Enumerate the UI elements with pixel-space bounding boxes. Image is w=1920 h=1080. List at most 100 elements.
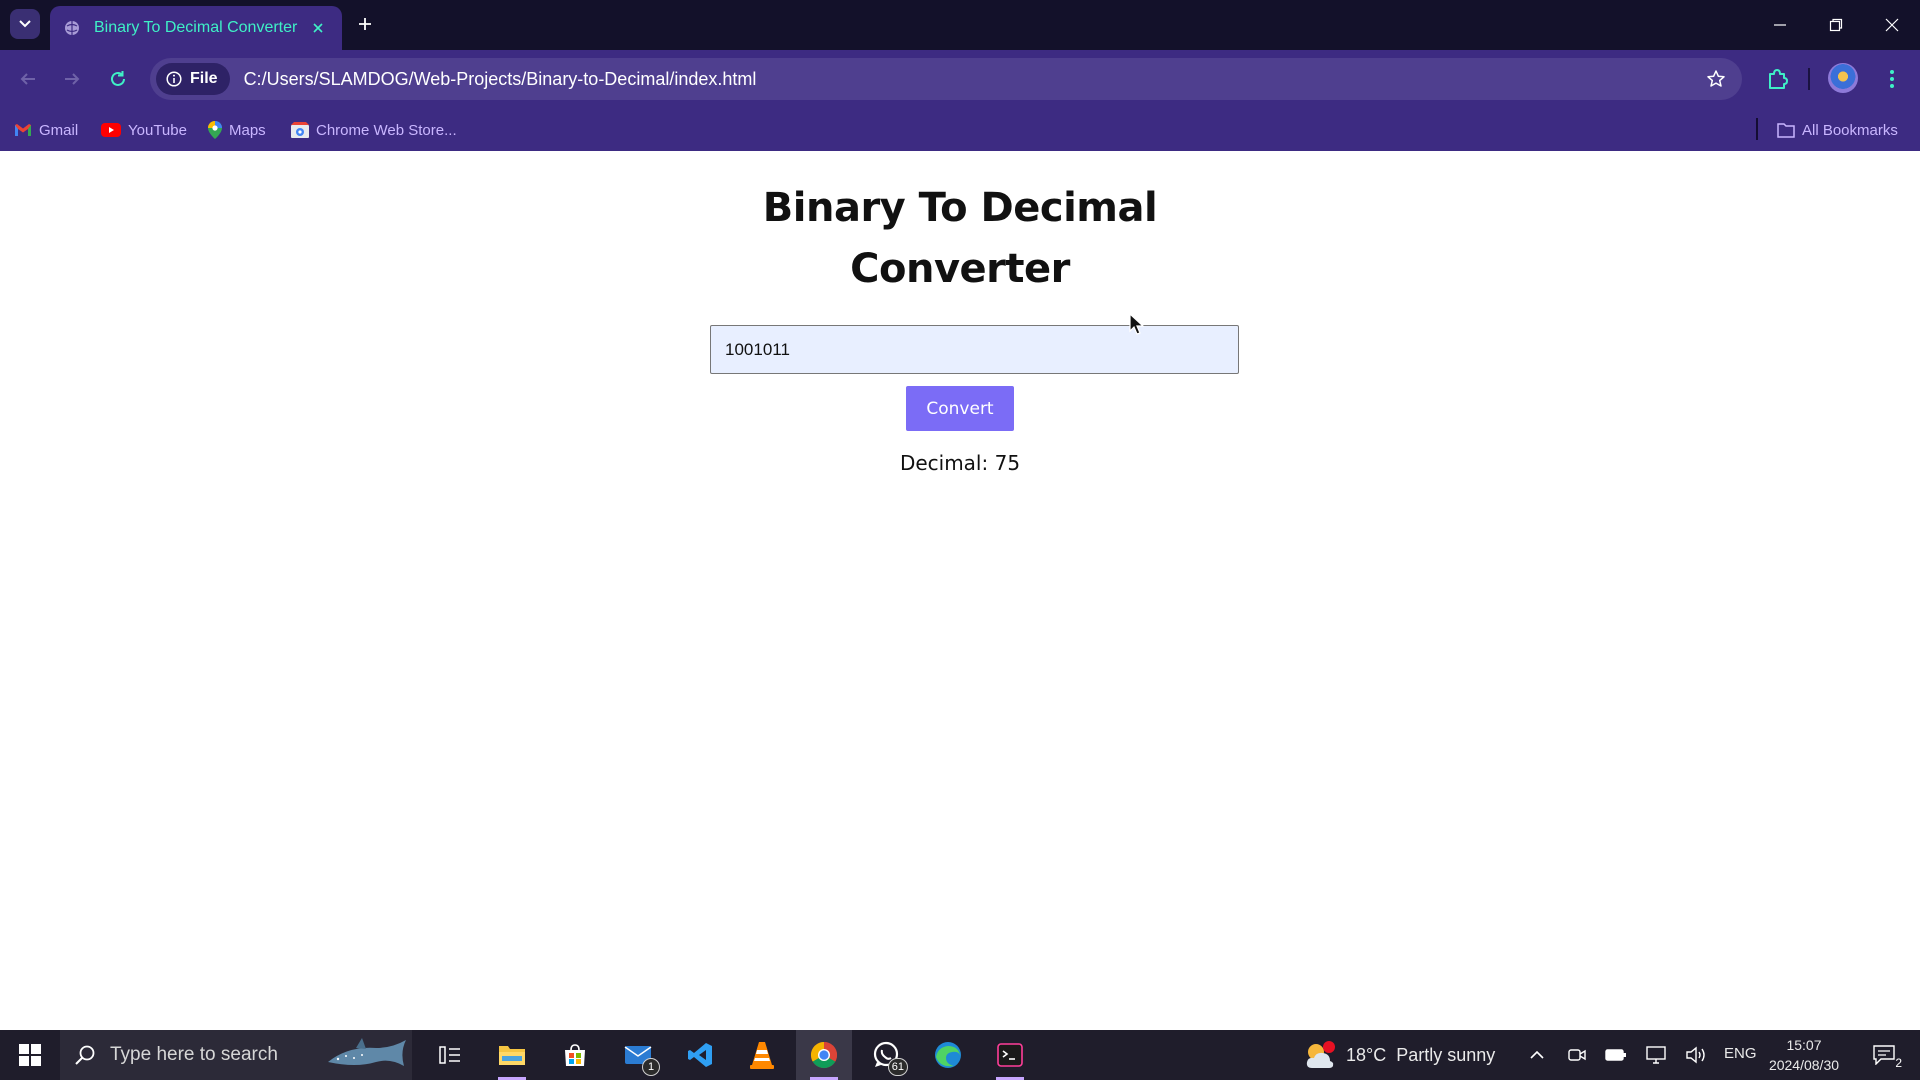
weather-condition: Partly sunny xyxy=(1396,1044,1496,1065)
battery-button[interactable] xyxy=(1605,1044,1627,1066)
bookmark-label: Maps xyxy=(229,121,266,139)
info-icon xyxy=(166,71,182,87)
result-value: 75 xyxy=(994,451,1021,475)
search-icon xyxy=(75,1045,95,1065)
window-controls xyxy=(1752,0,1920,50)
bookmark-chrome-web-store[interactable]: Chrome Web Store... xyxy=(291,117,457,143)
binary-input[interactable] xyxy=(710,325,1239,374)
vscode-icon xyxy=(688,1043,712,1067)
minimize-button[interactable] xyxy=(1752,0,1808,50)
result-text: Decimal75 xyxy=(760,451,1160,475)
new-tab-button[interactable] xyxy=(352,11,378,37)
whatsapp-app[interactable]: 61 xyxy=(858,1030,914,1080)
notification-center-button[interactable]: 2 xyxy=(1864,1040,1904,1070)
address-bar[interactable]: File C:/Users/SLAMDOG/Web-Projects/Binar… xyxy=(150,58,1742,100)
page-content: Binary To Decimal Converter Convert Deci… xyxy=(0,151,1920,1030)
toolbar-divider xyxy=(1808,68,1810,90)
extensions-button[interactable] xyxy=(1762,64,1792,94)
site-info-chip[interactable]: File xyxy=(156,63,230,95)
clock-time: 15:07 xyxy=(1786,1037,1822,1053)
bookmark-youtube[interactable]: YouTube xyxy=(101,117,187,143)
meet-now-button[interactable] xyxy=(1566,1044,1588,1066)
whale-shark-illustration xyxy=(328,1038,406,1066)
partly-sunny-icon xyxy=(1306,1041,1335,1068)
tab-title: Binary To Decimal Converter xyxy=(94,19,298,36)
site-chip-label: File xyxy=(190,70,218,87)
tab-close-button[interactable] xyxy=(308,18,328,38)
all-bookmarks-button[interactable]: All Bookmarks xyxy=(1777,117,1898,143)
volume-button[interactable] xyxy=(1685,1044,1707,1066)
more-vertical-icon xyxy=(1890,70,1894,88)
taskbar: Type here to search 1 61 18°C Partly sun… xyxy=(0,1030,1920,1080)
terminal-icon xyxy=(997,1043,1023,1067)
show-hidden-icons-button[interactable] xyxy=(1526,1044,1548,1066)
minimize-icon xyxy=(1774,24,1786,26)
all-bookmarks-label: All Bookmarks xyxy=(1802,121,1898,139)
bookmark-label: Gmail xyxy=(39,121,79,139)
clock[interactable]: 15:07 2024/08/30 xyxy=(1766,1035,1842,1075)
restore-icon xyxy=(1829,18,1843,32)
network-button[interactable] xyxy=(1645,1044,1667,1066)
bookmark-label: YouTube xyxy=(128,121,187,139)
microsoft-store-app[interactable] xyxy=(547,1030,603,1080)
tab-search-button[interactable] xyxy=(10,9,40,39)
vlc-app[interactable] xyxy=(734,1030,790,1080)
vscode-app[interactable] xyxy=(672,1030,728,1080)
star-icon xyxy=(1707,70,1725,87)
terminal-app[interactable] xyxy=(982,1030,1038,1080)
mouse-cursor-icon xyxy=(1129,313,1145,335)
edge-icon xyxy=(935,1042,961,1068)
close-window-button[interactable] xyxy=(1864,0,1920,50)
plus-icon xyxy=(359,18,371,30)
whatsapp-badge: 61 xyxy=(887,1058,908,1076)
reload-icon xyxy=(111,71,125,86)
reload-button[interactable] xyxy=(103,64,133,94)
edge-app[interactable] xyxy=(920,1030,976,1080)
start-button[interactable] xyxy=(0,1030,60,1080)
input-language[interactable]: ENG xyxy=(1724,1045,1757,1062)
page-title: Binary To Decimal Converter xyxy=(762,185,1158,292)
weather-widget[interactable]: 18°C Partly sunny xyxy=(1304,1030,1495,1080)
youtube-icon xyxy=(101,123,121,137)
speaker-icon xyxy=(1686,1046,1705,1064)
convert-button[interactable]: Convert xyxy=(906,386,1014,431)
file-explorer-app[interactable] xyxy=(484,1030,540,1080)
weather-temp: 18°C xyxy=(1346,1044,1387,1065)
windows-logo-icon xyxy=(19,1044,41,1066)
profile-avatar[interactable] xyxy=(1828,63,1858,93)
battery-icon xyxy=(1605,1049,1626,1061)
back-button[interactable] xyxy=(13,64,43,94)
chevron-up-icon xyxy=(1530,1050,1544,1059)
restore-button[interactable] xyxy=(1808,0,1864,50)
forward-button[interactable] xyxy=(57,64,87,94)
chrome-web-store-icon xyxy=(291,122,309,138)
browser-menu-button[interactable] xyxy=(1880,64,1904,94)
browser-toolbar: File C:/Users/SLAMDOG/Web-Projects/Binar… xyxy=(0,50,1920,108)
result-label: Decimal xyxy=(900,451,995,475)
task-view-icon xyxy=(439,1046,460,1064)
task-view-button[interactable] xyxy=(422,1030,478,1080)
bookmark-label: Chrome Web Store... xyxy=(316,121,457,139)
chevron-down-icon xyxy=(19,20,31,28)
bookmark-gmail[interactable]: Gmail xyxy=(14,117,78,143)
url-text: C:/Users/SLAMDOG/Web-Projects/Binary-to-… xyxy=(243,68,757,89)
clock-date: 2024/08/30 xyxy=(1768,1057,1840,1073)
mail-badge: 1 xyxy=(642,1058,660,1076)
chrome-app[interactable] xyxy=(796,1030,852,1080)
notification-icon xyxy=(1873,1045,1895,1065)
bookmarks-divider xyxy=(1756,118,1758,140)
bookmark-star-button[interactable] xyxy=(1704,67,1728,91)
globe-icon xyxy=(65,21,79,35)
vlc-cone-icon xyxy=(750,1042,774,1069)
puzzle-icon xyxy=(1769,69,1788,89)
tab-active[interactable]: Binary To Decimal Converter xyxy=(50,6,342,50)
close-icon xyxy=(1885,18,1899,32)
bookmark-maps[interactable]: Maps xyxy=(208,117,266,143)
folder-icon xyxy=(1777,122,1795,138)
chrome-icon xyxy=(810,1041,838,1069)
arrow-left-icon xyxy=(20,73,35,85)
bookmarks-bar: Gmail YouTube Maps Chrome Web Store... A… xyxy=(0,108,1920,151)
mail-app[interactable]: 1 xyxy=(610,1030,666,1080)
folder-icon xyxy=(499,1046,525,1065)
maps-icon xyxy=(208,121,222,139)
